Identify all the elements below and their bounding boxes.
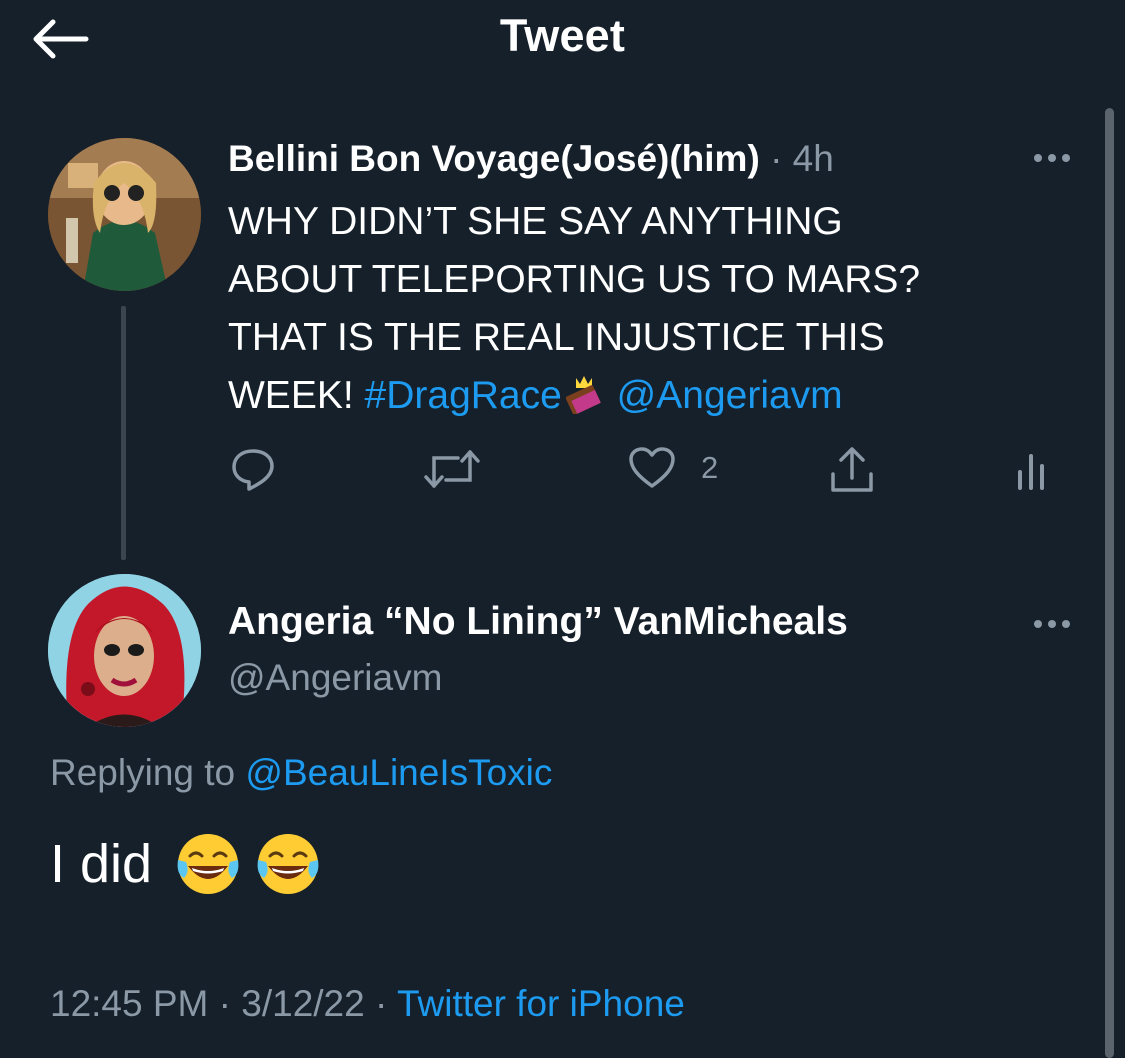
hashtag-link[interactable]: #DragRace bbox=[365, 374, 562, 417]
footer-date: 3/12/22 bbox=[241, 983, 365, 1024]
mention-link[interactable]: @Angeriavm bbox=[617, 374, 843, 417]
avatar-bellini[interactable] bbox=[48, 138, 201, 291]
retweet-button[interactable] bbox=[424, 446, 480, 492]
scrollbar[interactable] bbox=[1105, 108, 1114, 1058]
tweet2-body: I did bbox=[50, 834, 153, 894]
footer-source-link[interactable]: Twitter for iPhone bbox=[397, 983, 685, 1024]
tweet1-time[interactable]: 4h bbox=[793, 138, 834, 179]
tweet2-author-handle[interactable]: @Angeriavm bbox=[228, 657, 442, 699]
tweet1-author-name[interactable]: Bellini Bon Voyage(José)(him) bbox=[228, 138, 760, 179]
replying-label: Replying to bbox=[50, 752, 246, 793]
more-options-icon[interactable] bbox=[1030, 616, 1074, 632]
analytics-icon bbox=[1018, 454, 1044, 490]
tweet1-text: WHY DIDN’T SHE SAY ANYTHING ABOUT TELEPO… bbox=[228, 193, 1048, 425]
thread-line bbox=[121, 306, 126, 560]
share-icon bbox=[831, 447, 873, 492]
crown-chocolate-emoji bbox=[565, 376, 601, 415]
page-title: Tweet bbox=[499, 10, 626, 61]
tweet1-line: ABOUT TELEPORTING US TO MARS? bbox=[228, 258, 921, 301]
tweet-footer: 12:45 PM · 3/12/22 · Twitter for iPhone bbox=[50, 983, 685, 1025]
like-count: 2 bbox=[701, 450, 719, 485]
replying-to: Replying to @BeauLineIsToxic bbox=[50, 752, 552, 794]
footer-time: 12:45 PM bbox=[50, 983, 209, 1024]
tweet1-separator: · bbox=[770, 138, 783, 179]
footer-separator: · bbox=[364, 983, 397, 1024]
tweet1-line: WHY DIDN’T SHE SAY ANYTHING bbox=[228, 200, 843, 243]
tweet1-line: THAT IS THE REAL INJUSTICE THIS bbox=[228, 316, 885, 359]
retweet-icon bbox=[424, 450, 480, 488]
tweet1-line: WEEK! #DragRace @Angeriavm bbox=[228, 367, 1048, 425]
replying-handle-link[interactable]: @BeauLineIsToxic bbox=[245, 752, 552, 793]
tears-of-joy-emoji bbox=[177, 834, 239, 894]
tears-of-joy-emoji bbox=[257, 834, 319, 894]
tweet2-text: I did bbox=[50, 830, 322, 898]
footer-separator: · bbox=[208, 983, 242, 1024]
avatar-angeria[interactable] bbox=[48, 574, 201, 727]
heart-icon bbox=[629, 447, 675, 488]
more-options-icon[interactable] bbox=[1030, 150, 1074, 166]
share-button[interactable] bbox=[828, 446, 876, 494]
tweet1-header: Bellini Bon Voyage(José)(him) · 4h bbox=[228, 136, 834, 182]
tweet2-author-name[interactable]: Angeria “No Lining” VanMicheals bbox=[228, 600, 848, 644]
reply-button[interactable] bbox=[230, 446, 276, 492]
analytics-button[interactable] bbox=[1012, 446, 1052, 494]
reply-icon bbox=[232, 449, 274, 491]
like-button[interactable]: 2 bbox=[628, 446, 718, 490]
tweet1-line-start: WEEK! bbox=[228, 374, 365, 417]
